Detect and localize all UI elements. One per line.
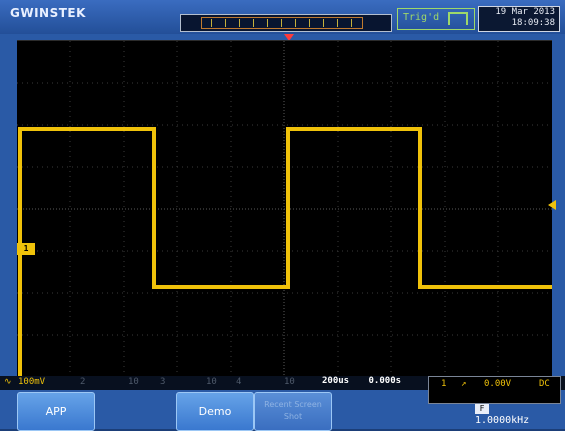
date-time-display: 19 Mar 2013 18:09:38 xyxy=(478,6,560,32)
trigger-coupling: DC xyxy=(539,379,550,389)
waveform-display[interactable]: 1 F 1.0000kHz xyxy=(17,40,552,426)
trigger-status-box: Trig'd xyxy=(397,8,475,30)
trigger-level-icon[interactable] xyxy=(548,200,556,210)
h-position-value: 0.000s xyxy=(368,376,402,386)
ch4-scale: 10 xyxy=(284,377,295,387)
oscilloscope-frame: GWINSTEK Trig'd 19 Mar 2013 18:09:38 1 F… xyxy=(0,0,565,431)
time-text: 18:09:38 xyxy=(511,18,555,28)
overview-trace xyxy=(205,19,359,27)
overview-window xyxy=(201,17,363,29)
trigger-level: 0.00V xyxy=(484,379,512,389)
brand-logo: GWINSTEK xyxy=(10,6,86,20)
waveform-overview[interactable] xyxy=(180,14,392,32)
rising-edge-icon xyxy=(448,12,468,25)
ch1-ground-marker[interactable]: 1 xyxy=(17,243,35,255)
ch2-scale: 10 xyxy=(128,377,139,387)
trigger-status: Trig'd xyxy=(403,12,440,23)
app-button[interactable]: APP xyxy=(17,392,95,431)
date-text: 19 Mar 2013 xyxy=(495,7,555,17)
top-bar: GWINSTEK Trig'd 19 Mar 2013 18:09:38 xyxy=(0,0,565,34)
demo-button[interactable]: Demo xyxy=(176,392,254,431)
ch3-scale: 10 xyxy=(206,377,217,387)
trigger-source: 1 xyxy=(441,379,447,389)
ch4-label: 4 xyxy=(236,377,242,387)
recent-screenshot-button[interactable]: Recent Screen Shot xyxy=(254,392,332,431)
timebase-value: 200us xyxy=(322,376,350,386)
ch1-trace xyxy=(18,127,552,377)
ch1-coupling-icon: ∿ xyxy=(4,377,12,387)
ch1-scale: 100mV xyxy=(18,377,46,387)
trigger-slope-icon: ↗ xyxy=(461,379,467,389)
ch3-label: 3 xyxy=(160,377,166,387)
timebase-readout: 200us 0.000s xyxy=(322,376,401,386)
ch2-label: 2 xyxy=(80,377,86,387)
softkey-bar: APP Demo Recent Screen Shot xyxy=(0,392,565,431)
grid xyxy=(17,41,552,377)
